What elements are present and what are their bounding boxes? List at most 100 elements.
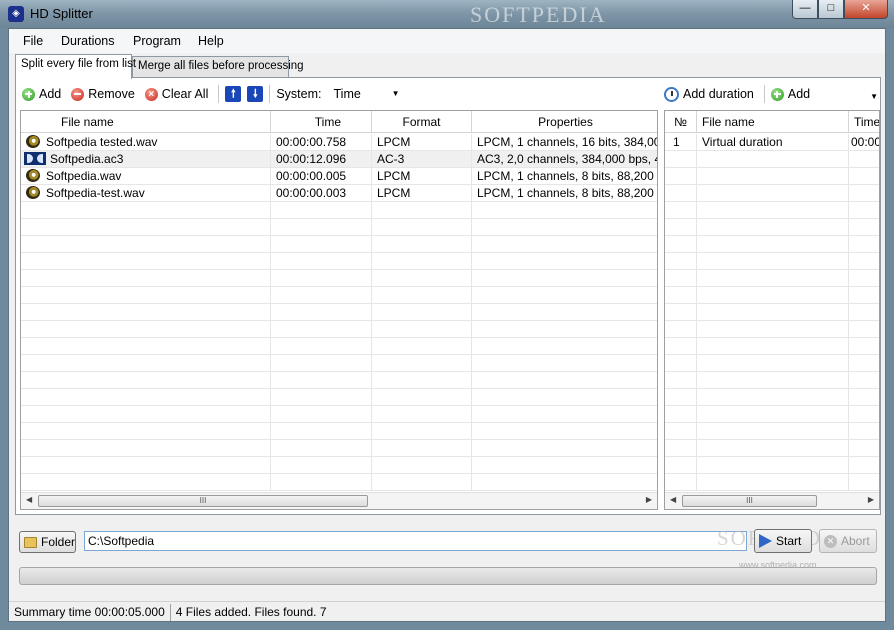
duration-name-cell: Virtual duration	[697, 134, 849, 151]
column-file-name[interactable]: File name	[21, 111, 271, 133]
empty-cell	[697, 406, 849, 423]
start-button[interactable]: Start	[754, 529, 812, 553]
time-cell: 00:00:00.005	[271, 168, 372, 185]
format-cell: LPCM	[372, 185, 472, 202]
scroll-right-icon[interactable]: ▶	[868, 495, 874, 504]
empty-cell	[21, 406, 271, 423]
empty-cell	[21, 440, 271, 457]
properties-cell: AC3, 2,0 channels, 384,000 bps, 48	[472, 151, 657, 168]
column-time[interactable]: Time	[849, 111, 879, 133]
empty-cell	[697, 474, 849, 491]
column-file-name[interactable]: File name	[697, 111, 849, 133]
table-row[interactable]: Softpedia.wav 00:00:00.005 LPCM LPCM, 1 …	[21, 168, 657, 185]
empty-cell	[472, 338, 657, 355]
empty-cell	[697, 219, 849, 236]
durations-horizontal-scrollbar[interactable]: ◀ III ▶	[665, 492, 879, 509]
empty-row	[665, 440, 879, 457]
empty-row	[665, 355, 879, 372]
empty-cell	[849, 287, 879, 304]
scroll-right-icon[interactable]: ▶	[646, 495, 652, 504]
empty-cell	[849, 440, 879, 457]
empty-cell	[849, 304, 879, 321]
dolby-icon	[24, 152, 46, 165]
empty-cell	[849, 457, 879, 474]
empty-cell	[271, 304, 372, 321]
empty-cell	[472, 355, 657, 372]
tab-merge-all-files[interactable]: Merge all files before processing	[132, 56, 304, 78]
durations-toolbar: Add duration Add	[664, 82, 820, 106]
scroll-left-icon[interactable]: ◀	[670, 495, 676, 504]
empty-cell	[372, 219, 472, 236]
files-toolbar: Add Remove × Clear All 🠕 🠗 System: Time …	[22, 82, 404, 106]
status-bar: Summary time 00:00:05.000 4 Files added.…	[9, 601, 885, 622]
files-table-body: Softpedia tested.wav 00:00:00.758 LPCM L…	[21, 134, 657, 491]
table-row[interactable]: 1 Virtual duration 00:00	[665, 134, 879, 151]
add-duration-button[interactable]: Add duration	[664, 86, 754, 102]
system-select[interactable]: Time ▼	[330, 84, 404, 104]
add-duration-item-button[interactable]: Add	[770, 87, 810, 101]
table-row[interactable]: Softpedia.ac3 00:00:12.096 AC-3 AC3, 2,0…	[21, 151, 657, 168]
empty-row	[665, 168, 879, 185]
durations-table-body: 1 Virtual duration 00:00	[665, 134, 879, 491]
add-icon	[22, 87, 35, 101]
add-duration-label: Add duration	[683, 87, 754, 101]
empty-cell	[271, 474, 372, 491]
move-down-button[interactable]: 🠗	[247, 86, 264, 102]
empty-cell	[372, 355, 472, 372]
empty-cell	[697, 304, 849, 321]
folder-button[interactable]: Folder	[19, 531, 76, 553]
empty-cell	[472, 440, 657, 457]
empty-cell	[849, 219, 879, 236]
abort-button[interactable]: ✕ Abort	[819, 529, 877, 553]
empty-row	[21, 457, 657, 474]
column-properties[interactable]: Properties	[472, 111, 657, 133]
time-cell: 00:00:00.003	[271, 185, 372, 202]
empty-cell	[849, 168, 879, 185]
minimize-button[interactable]: —	[792, 0, 818, 19]
empty-rows	[21, 202, 657, 491]
empty-cell	[472, 304, 657, 321]
empty-cell	[665, 338, 697, 355]
scroll-left-icon[interactable]: ◀	[26, 495, 32, 504]
empty-cell	[271, 253, 372, 270]
empty-cell	[849, 423, 879, 440]
add-files-button[interactable]: Add	[22, 87, 61, 101]
empty-row	[665, 389, 879, 406]
empty-cell	[697, 168, 849, 185]
column-time[interactable]: Time	[271, 111, 372, 133]
menu-program[interactable]: Program	[133, 34, 181, 48]
empty-row	[665, 202, 879, 219]
scroll-thumb[interactable]: III	[38, 495, 368, 507]
toolbar-overflow-icon[interactable]: ▼	[870, 92, 878, 101]
remove-button[interactable]: Remove	[71, 87, 135, 101]
empty-cell	[697, 151, 849, 168]
remove-icon	[71, 87, 85, 101]
empty-cell	[21, 474, 271, 491]
output-path-input[interactable]: C:\Softpedia	[84, 531, 747, 551]
menu-durations[interactable]: Durations	[61, 34, 115, 48]
menu-file[interactable]: File	[23, 34, 43, 48]
number-cell: 1	[665, 134, 697, 151]
clear-all-button[interactable]: × Clear All	[144, 87, 208, 101]
column-format[interactable]: Format	[372, 111, 472, 133]
empty-cell	[372, 389, 472, 406]
empty-row	[665, 185, 879, 202]
empty-cell	[21, 236, 271, 253]
column-number[interactable]: №	[665, 111, 697, 133]
tab-split-every-file[interactable]: Split every file from list	[15, 54, 136, 79]
close-button[interactable]: ✕	[844, 0, 888, 19]
empty-row	[21, 372, 657, 389]
scroll-thumb[interactable]: III	[682, 495, 817, 507]
empty-cell	[271, 287, 372, 304]
files-horizontal-scrollbar[interactable]: ◀ III ▶	[21, 492, 657, 509]
empty-cell	[697, 389, 849, 406]
empty-row	[21, 474, 657, 491]
menu-help[interactable]: Help	[198, 34, 224, 48]
file-name-text: Softpedia-test.wav	[46, 186, 145, 200]
table-row[interactable]: Softpedia tested.wav 00:00:00.758 LPCM L…	[21, 134, 657, 151]
time-cell: 00:00:12.096	[271, 151, 372, 168]
status-message: 4 Files added. Files found. 7	[175, 605, 327, 619]
maximize-button[interactable]: □	[818, 0, 844, 19]
move-up-button[interactable]: 🠕	[225, 86, 242, 102]
table-row[interactable]: Softpedia-test.wav 00:00:00.003 LPCM LPC…	[21, 185, 657, 202]
